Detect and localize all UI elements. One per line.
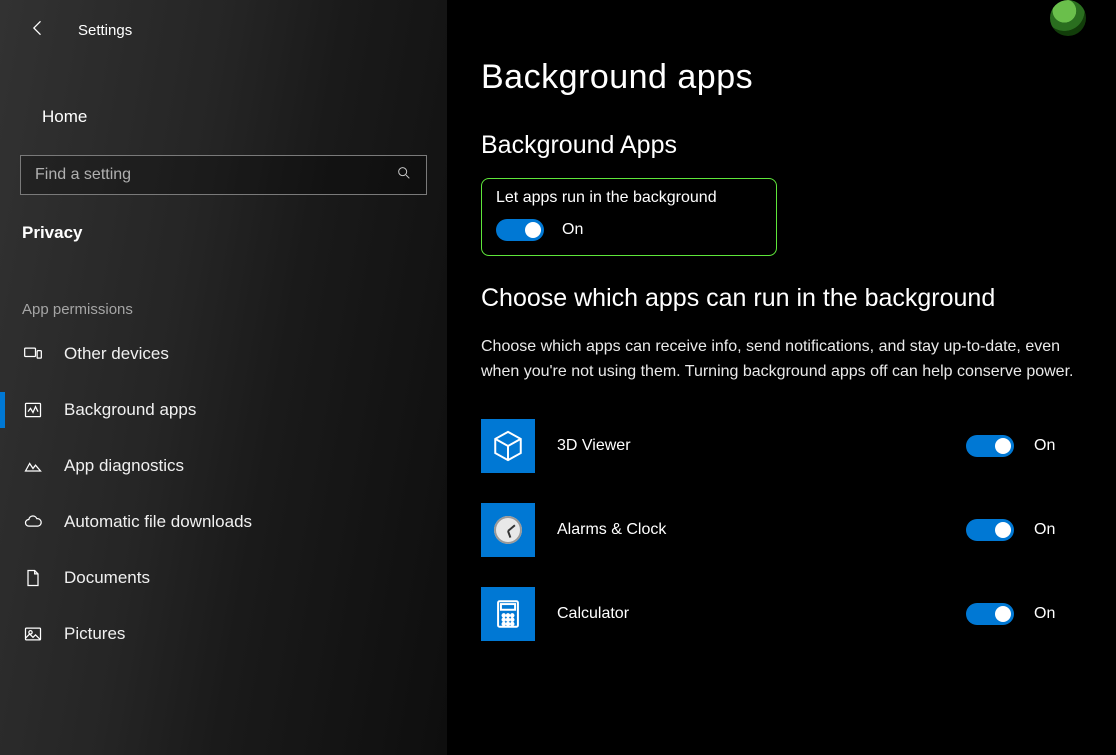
app-toggle-state: On xyxy=(1034,521,1055,539)
app-row-3d-viewer: 3D Viewer On xyxy=(481,411,1086,495)
home-label: Home xyxy=(42,107,87,127)
app-toggle-calculator[interactable] xyxy=(966,603,1014,625)
master-toggle-label: Let apps run in the background xyxy=(496,189,762,207)
sidebar-item-label: Other devices xyxy=(64,344,169,364)
sidebar-item-automatic-file-downloads[interactable]: Automatic file downloads xyxy=(0,494,447,550)
devices-icon xyxy=(22,344,44,364)
sidebar-item-label: Pictures xyxy=(64,624,125,644)
cube-icon xyxy=(481,419,535,473)
arrow-left-icon xyxy=(28,25,48,42)
section-description: Choose which apps can receive info, send… xyxy=(481,335,1086,385)
page-title: Background apps xyxy=(481,58,1086,97)
sidebar: Settings Home Privacy App permissions Ot… xyxy=(0,0,447,755)
sidebar-item-background-apps[interactable]: Background apps xyxy=(0,382,447,438)
search-input[interactable] xyxy=(35,166,396,184)
app-name: Calculator xyxy=(557,605,966,623)
master-toggle-highlight: Let apps run in the background On xyxy=(481,178,777,256)
app-name: 3D Viewer xyxy=(557,437,966,455)
sidebar-item-app-diagnostics[interactable]: App diagnostics xyxy=(0,438,447,494)
app-toggle-state: On xyxy=(1034,605,1055,623)
calculator-icon xyxy=(481,587,535,641)
search-box[interactable] xyxy=(20,155,427,195)
section-title-background-apps: Background Apps xyxy=(481,131,1086,160)
search-icon xyxy=(396,165,412,186)
diagnostics-icon xyxy=(22,456,44,476)
titlebar: Settings xyxy=(0,8,447,63)
cloud-icon xyxy=(22,512,44,532)
app-row-calculator: Calculator On xyxy=(481,579,1086,663)
user-avatar[interactable] xyxy=(1050,0,1086,36)
sidebar-item-other-devices[interactable]: Other devices xyxy=(0,326,447,382)
activity-icon xyxy=(22,400,44,420)
back-button[interactable] xyxy=(24,14,52,47)
category-label: Privacy xyxy=(0,195,447,251)
sidebar-home[interactable]: Home xyxy=(0,91,447,145)
window-title: Settings xyxy=(78,22,132,39)
app-toggle-alarms-clock[interactable] xyxy=(966,519,1014,541)
sidebar-item-label: Background apps xyxy=(64,400,196,420)
sidebar-item-label: Automatic file downloads xyxy=(64,512,252,532)
group-label: App permissions xyxy=(0,251,447,326)
sidebar-item-pictures[interactable]: Pictures xyxy=(0,606,447,662)
master-toggle-state: On xyxy=(562,221,583,239)
app-name: Alarms & Clock xyxy=(557,521,966,539)
app-toggle-3d-viewer[interactable] xyxy=(966,435,1014,457)
master-toggle[interactable] xyxy=(496,219,544,241)
app-row-alarms-clock: Alarms & Clock On xyxy=(481,495,1086,579)
master-toggle-row: On xyxy=(496,219,762,241)
clock-icon xyxy=(481,503,535,557)
main-content: Background apps Background Apps Let apps… xyxy=(447,0,1116,755)
pictures-icon xyxy=(22,624,44,644)
sidebar-item-documents[interactable]: Documents xyxy=(0,550,447,606)
app-toggle-state: On xyxy=(1034,437,1055,455)
sidebar-item-label: App diagnostics xyxy=(64,456,184,476)
document-icon xyxy=(22,568,44,588)
section-title-choose-apps: Choose which apps can run in the backgro… xyxy=(481,284,1086,313)
sidebar-item-label: Documents xyxy=(64,568,150,588)
